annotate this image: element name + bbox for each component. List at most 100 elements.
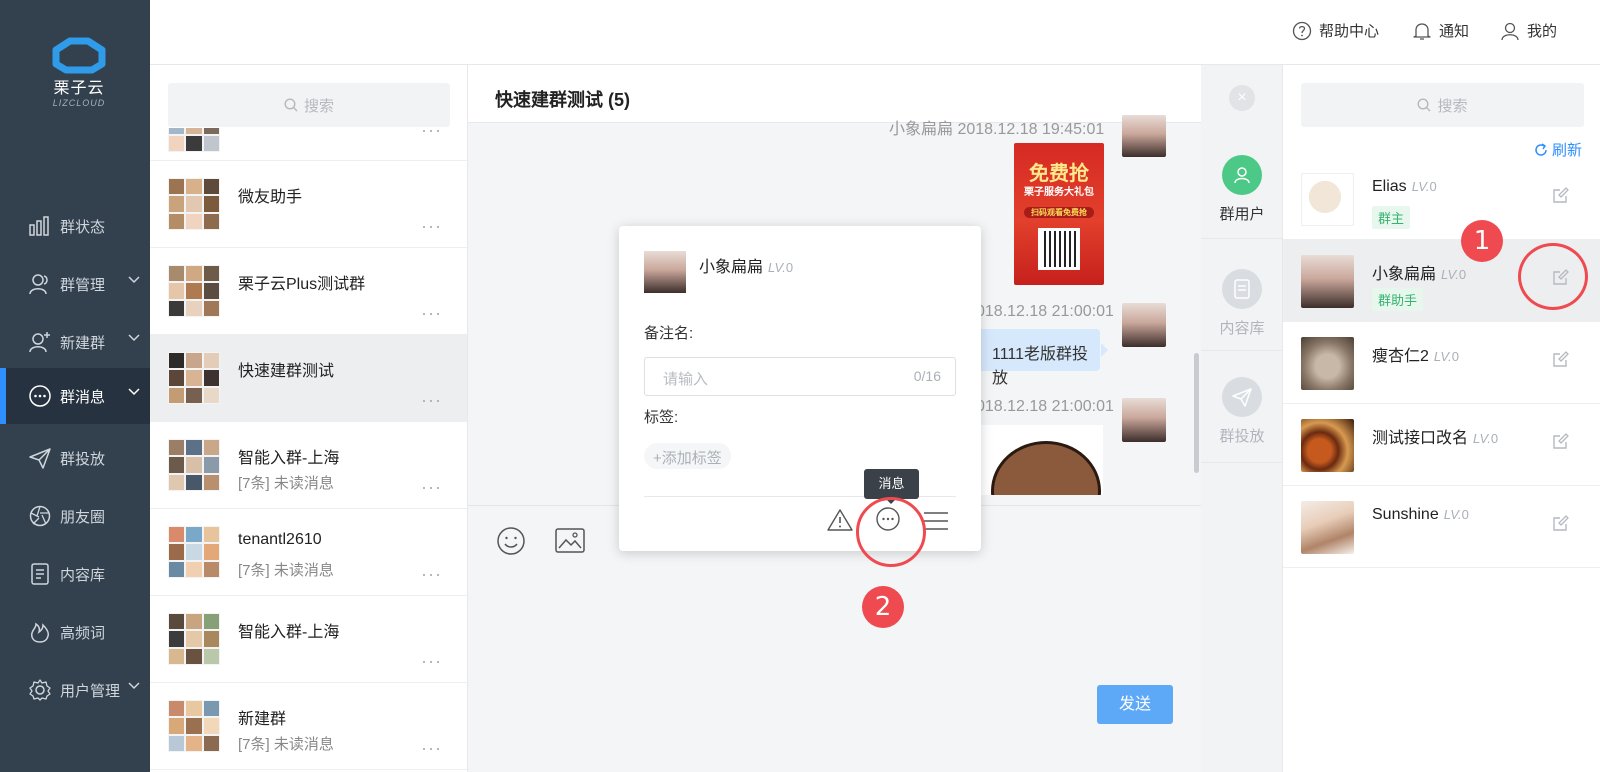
more-dots-icon[interactable]: ··· [421, 390, 442, 411]
warning-icon[interactable] [827, 508, 853, 532]
tab-label: 群投放 [1219, 428, 1265, 445]
send-button[interactable]: 发送 [1097, 685, 1173, 724]
my-account-link[interactable]: 我的 [1500, 20, 1557, 41]
tab-content-library[interactable]: 内容库 [1201, 239, 1283, 351]
group-avatar [168, 352, 220, 404]
document-icon [28, 562, 52, 586]
nav-label: 高频词 [60, 624, 106, 642]
help-label: 帮助中心 [1319, 23, 1380, 40]
group-search-input[interactable]: 搜索 [168, 83, 450, 127]
message-image[interactable]: 免费抢 栗子服务大礼包 扫码观看免费抢 [1014, 143, 1104, 285]
add-user-icon [28, 330, 52, 354]
message-sticker[interactable] [981, 425, 1103, 495]
brand-logo[interactable]: 栗子云 LIZCLOUD [44, 36, 114, 108]
tab-label: 内容库 [1219, 320, 1265, 337]
list-item[interactable]: 微友助手 ··· [150, 161, 467, 248]
more-dots-icon[interactable]: ··· [421, 477, 442, 498]
tab-label: 群用户 [1219, 206, 1265, 223]
help-center-link[interactable]: 帮助中心 [1292, 20, 1379, 41]
annotation-badge-1: 1 [1461, 220, 1503, 262]
group-name: tenantl2610 [238, 531, 322, 548]
close-icon[interactable]: × [1229, 85, 1255, 111]
refresh-icon [1535, 142, 1547, 156]
tag-label: 标签: [644, 409, 679, 426]
group-name: 微友助手 [238, 189, 303, 206]
nav-item-content-library[interactable]: 内容库 [0, 546, 150, 602]
group-unread: [7条] 未读消息 [238, 736, 334, 753]
message-avatar[interactable] [1122, 398, 1166, 442]
brand-sub: LIZCLOUD [52, 98, 106, 108]
emoji-button[interactable] [496, 526, 526, 556]
nav-item-group-status[interactable]: 群状态 [0, 198, 150, 254]
nav-item-moments[interactable]: 朋友圈 [0, 488, 150, 544]
edit-icon[interactable] [1552, 514, 1570, 532]
member-row[interactable]: Elias LV.0 群主 [1283, 158, 1600, 240]
member-avatar [1301, 255, 1354, 308]
role-badge-assistant: 群助手 [1372, 288, 1424, 311]
image-icon [555, 528, 585, 553]
tab-group-users[interactable]: 群用户 [1201, 135, 1283, 239]
more-dots-icon[interactable]: ··· [421, 651, 442, 672]
list-item[interactable]: 栗子云Plus测试群 ··· [150, 248, 467, 335]
member-avatar [1301, 337, 1354, 390]
member-info-popup: 小象扁扁 LV.0 备注名: 请输入 0/16 标签: +添加标签 [619, 226, 981, 551]
more-dots-icon[interactable]: ··· [421, 303, 442, 324]
menu-icon[interactable] [923, 511, 949, 531]
nav-label: 新建群 [60, 334, 106, 352]
list-item[interactable]: 智能入群-上海 [7条] 未读消息 ··· [150, 422, 467, 509]
message-meta: 018.12.18 21:00:01 [976, 303, 1114, 320]
member-search-input[interactable]: 搜索 [1301, 83, 1584, 127]
nav-item-group-manage[interactable]: 群管理 [0, 256, 150, 312]
chat-bubble-icon [28, 384, 52, 408]
refresh-button[interactable]: 刷新 [1534, 139, 1582, 160]
nav-item-group-message[interactable]: 群消息 [0, 368, 150, 424]
annotation-ring-message [856, 497, 926, 567]
chevron-down-icon [128, 682, 140, 690]
group-unread: [7条] 未读消息 [238, 562, 334, 579]
add-tag-button[interactable]: +添加标签 [644, 443, 731, 469]
more-dots-icon[interactable]: ··· [421, 564, 442, 585]
nav-label: 群投放 [60, 450, 106, 468]
more-dots-icon[interactable]: ··· [421, 738, 442, 759]
nav-label: 朋友圈 [60, 508, 106, 526]
chat-scrollbar[interactable] [1194, 353, 1199, 473]
member-row[interactable]: 瘦杏仁2 LV.0 [1283, 322, 1600, 404]
member-name: 瘦杏仁2 LV.0 [1372, 348, 1459, 365]
edit-icon[interactable] [1552, 186, 1570, 204]
message-avatar[interactable] [1122, 303, 1166, 347]
top-header: 帮助中心 通知 我的 [150, 0, 1600, 65]
annotation-badge-2: 2 [862, 586, 904, 628]
list-item[interactable]: 智能入群-上海 ··· [150, 596, 467, 683]
nav-item-user-manage[interactable]: 用户管理 [0, 662, 150, 718]
nav-item-group-push[interactable]: 群投放 [0, 430, 150, 486]
group-avatar [168, 439, 220, 491]
nav-item-new-group[interactable]: 新建群 [0, 314, 150, 370]
edit-icon[interactable] [1552, 350, 1570, 368]
group-list-panel: 搜索 ··· 微友助手 ··· 栗子云Plus测试群 ··· 快速建群测试 ··… [150, 65, 468, 772]
search-placeholder: 搜索 [1437, 97, 1468, 115]
member-row[interactable]: 测试接口改名 LV.0 [1283, 404, 1600, 486]
message-bubble[interactable]: 1111老版群投放 [978, 329, 1108, 387]
image-upload-button[interactable] [555, 528, 585, 554]
member-name: 小象扁扁 LV.0 [1372, 266, 1467, 283]
nav-label: 群管理 [60, 276, 106, 294]
paper-plane-icon [1222, 377, 1262, 417]
member-row[interactable]: Sunshine LV.0 [1283, 486, 1600, 568]
edit-icon[interactable] [1552, 432, 1570, 450]
message-avatar[interactable] [1122, 115, 1166, 157]
brand-name: 栗子云 [53, 80, 105, 97]
member-avatar [1301, 173, 1354, 226]
tab-group-push[interactable]: 群投放 [1201, 351, 1283, 463]
notification-link[interactable]: 通知 [1412, 20, 1469, 41]
nav-item-hot-words[interactable]: 高频词 [0, 604, 150, 660]
list-item[interactable]: tenantl2610 [7条] 未读消息 ··· [150, 509, 467, 596]
more-dots-icon[interactable]: ··· [421, 216, 442, 237]
chevron-down-icon [128, 388, 140, 396]
aperture-icon [28, 504, 52, 528]
remark-input[interactable]: 请输入 0/16 [644, 357, 956, 396]
group-name: 快速建群测试 [238, 363, 335, 380]
list-item-selected[interactable]: 快速建群测试 ··· [150, 335, 467, 422]
sidebar-nav: 栗子云 LIZCLOUD 群状态 群管理 新建群 群消息 群投放 朋友圈 内容库… [0, 0, 150, 772]
list-item[interactable]: 新建群 [7条] 未读消息 ··· [150, 683, 467, 770]
group-name: 新建群 [238, 711, 287, 728]
